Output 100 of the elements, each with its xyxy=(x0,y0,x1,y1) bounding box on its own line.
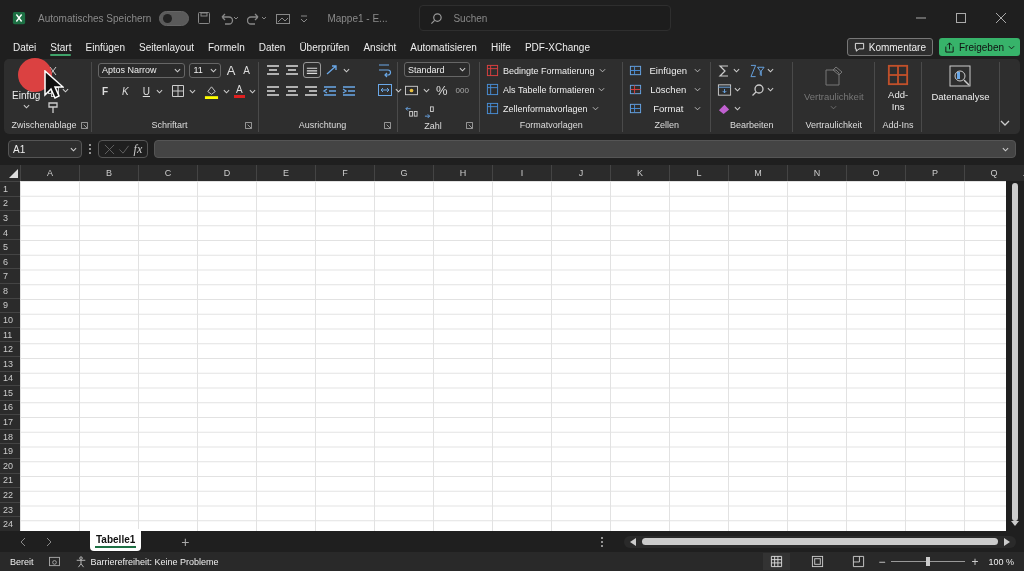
ribbon-tab[interactable]: Seitenlayout xyxy=(133,37,199,57)
add-ins-button[interactable]: Add-Ins xyxy=(883,62,914,118)
maximize-icon[interactable] xyxy=(956,13,966,23)
font-color-button[interactable]: A xyxy=(234,84,245,98)
caret-icon xyxy=(156,88,163,94)
sheet-tab[interactable]: Tabelle1 xyxy=(90,529,142,551)
align-center-icon[interactable] xyxy=(284,84,300,98)
autosave-toggle[interactable] xyxy=(159,10,190,26)
search-icon[interactable] xyxy=(751,82,766,97)
dialog-launcher-icon[interactable] xyxy=(245,121,252,129)
number-format-dropdown[interactable]: Standard xyxy=(404,62,470,77)
zoom-slider-thumb[interactable] xyxy=(926,557,931,566)
comments-button[interactable]: Kommentare xyxy=(846,38,933,56)
fill-down-icon[interactable] xyxy=(717,82,733,97)
group-label: Add-Ins xyxy=(882,120,914,130)
more-options-icon[interactable] xyxy=(600,535,604,548)
group-label: Vertraulichkeit xyxy=(805,120,863,130)
cells-icon xyxy=(629,83,643,96)
increase-decimal-icon[interactable] xyxy=(404,104,419,118)
formula-input[interactable] xyxy=(154,140,1016,158)
horizontal-scrollbar-thumb[interactable] xyxy=(642,538,998,545)
thousands-separator-button[interactable]: 000 xyxy=(453,85,471,95)
text-orientation-icon[interactable] xyxy=(324,63,340,77)
save-icon[interactable] xyxy=(197,11,212,25)
close-icon[interactable] xyxy=(996,13,1006,23)
currency-icon[interactable] xyxy=(404,83,419,97)
align-top-icon[interactable] xyxy=(265,63,281,77)
accessibility-status[interactable]: Barrierefreiheit: Keine Probleme xyxy=(74,555,219,568)
scroll-right-icon[interactable] xyxy=(1004,537,1010,546)
zoom-level[interactable]: 100 % xyxy=(988,556,1014,567)
cancel-icon[interactable] xyxy=(103,143,115,155)
collapse-ribbon-icon[interactable] xyxy=(1000,120,1010,126)
ribbon-tab[interactable]: Daten xyxy=(253,37,291,57)
caret-icon xyxy=(223,88,230,94)
ribbon-tab[interactable]: Hilfe xyxy=(485,37,516,57)
cells-icon xyxy=(629,64,643,77)
scroll-left-icon[interactable] xyxy=(630,537,636,546)
more-options-icon[interactable] xyxy=(88,143,92,155)
ribbon-tab[interactable]: Datei xyxy=(8,37,42,57)
macro-recording-icon[interactable] xyxy=(47,556,61,567)
align-left-icon[interactable] xyxy=(265,84,281,98)
cells-menu-button[interactable]: Einfügen xyxy=(629,62,705,79)
ribbon-tab[interactable]: Start xyxy=(45,37,77,57)
increase-indent-icon[interactable] xyxy=(341,84,357,98)
ribbon-tab[interactable]: Formeln xyxy=(203,37,250,57)
dialog-launcher-icon[interactable] xyxy=(466,122,474,129)
next-sheet-icon[interactable] xyxy=(46,536,52,547)
zoom-in-button[interactable]: + xyxy=(971,554,979,569)
group-label: Schriftart xyxy=(151,120,188,130)
ribbon-tab[interactable]: Automatisieren xyxy=(405,37,482,57)
font-size-dropdown[interactable]: 11 xyxy=(189,62,221,78)
align-middle-icon[interactable] xyxy=(284,63,300,77)
merge-cells-icon[interactable] xyxy=(377,83,393,97)
ribbon-tab[interactable]: Ansicht xyxy=(358,37,402,57)
ribbon-tab[interactable]: Überprüfen xyxy=(294,37,355,57)
styles-menu-button[interactable]: Als Tabelle formatieren xyxy=(486,81,617,98)
italic-button[interactable]: K xyxy=(120,85,131,97)
wrap-text-icon[interactable] xyxy=(377,62,393,78)
ribbon-tab[interactable]: PDF-XChange xyxy=(519,37,595,57)
zoom-out-button[interactable]: − xyxy=(878,554,886,569)
check-icon[interactable] xyxy=(118,143,131,155)
insert-function-button[interactable]: fx xyxy=(133,141,143,157)
previous-sheet-icon[interactable] xyxy=(20,536,26,547)
name-box[interactable]: A1 xyxy=(8,140,82,158)
ready-status: Bereit xyxy=(10,556,34,567)
add-sheet-button[interactable]: + xyxy=(181,533,190,550)
align-right-icon[interactable] xyxy=(303,84,319,98)
percent-button[interactable]: % xyxy=(434,82,450,98)
undo-icon[interactable] xyxy=(219,11,240,25)
underline-button[interactable]: U xyxy=(140,85,152,97)
format-brush-icon[interactable] xyxy=(46,101,61,115)
search-field[interactable]: Suchen xyxy=(419,5,672,31)
redo-icon[interactable] xyxy=(247,11,268,25)
customize-caret-icon[interactable] xyxy=(299,13,310,23)
search-input[interactable]: Suchen xyxy=(451,11,636,25)
share-button[interactable]: Freigeben xyxy=(938,38,1020,56)
cells-menu-button[interactable]: Löschen xyxy=(629,81,705,98)
search-icon xyxy=(430,11,444,25)
bold-button[interactable]: F xyxy=(100,85,111,97)
borders-icon[interactable] xyxy=(171,84,185,98)
scroll-down-icon[interactable] xyxy=(1011,521,1019,527)
sort-filter-icon[interactable] xyxy=(750,63,766,78)
font-family-dropdown[interactable]: Aptos Narrow xyxy=(98,62,186,78)
dialog-launcher-icon[interactable] xyxy=(384,121,391,129)
normal-view-button[interactable] xyxy=(763,553,791,570)
caret-icon xyxy=(1008,44,1015,50)
ribbon-tab[interactable]: Einfügen xyxy=(80,37,130,57)
dialog-launcher-icon[interactable] xyxy=(80,121,88,129)
cells-menu-button[interactable]: Format xyxy=(629,100,705,117)
decrease-indent-icon[interactable] xyxy=(322,84,338,98)
picture-icon[interactable] xyxy=(275,11,292,25)
paste-button[interactable]: Einfüg xyxy=(12,89,41,109)
decrease-font-size-button[interactable]: A xyxy=(241,64,252,76)
data-analysis-button[interactable]: Datenanalyse xyxy=(931,62,990,132)
align-bottom-button[interactable] xyxy=(303,62,321,78)
fill-color-icon[interactable] xyxy=(204,83,219,99)
styles-menu-button[interactable]: Zellenformatvorlagen xyxy=(486,100,617,117)
styles-menu-button[interactable]: Bedingte Formatierung xyxy=(486,62,617,79)
increase-font-size-button[interactable]: A xyxy=(224,62,238,78)
caret-icon xyxy=(733,68,741,73)
